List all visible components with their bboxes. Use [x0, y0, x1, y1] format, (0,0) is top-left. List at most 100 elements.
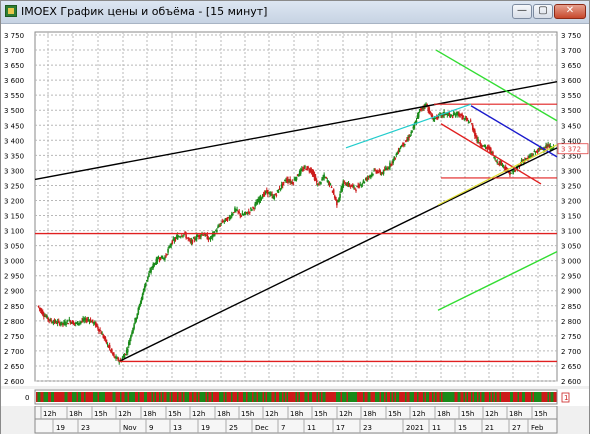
candle-body: [396, 152, 399, 155]
volume-bar: [328, 392, 330, 402]
candle-body: [104, 337, 107, 339]
candle-body: [108, 345, 111, 349]
candle-body: [318, 184, 320, 186]
price-chart-svg[interactable]: 3 750 3 750 3 700 3 700 3 650 3 650 3 600 3 600…: [1, 24, 589, 386]
volume-bar: [141, 392, 143, 402]
volume-bar: [223, 392, 225, 402]
volume-bar: [352, 392, 354, 402]
candle-body: [399, 147, 402, 149]
volume-bar: [100, 392, 102, 402]
candle-body: [106, 343, 109, 345]
maximize-button[interactable]: ▢: [533, 4, 553, 19]
candle-body: [246, 213, 249, 215]
candle-body: [254, 203, 256, 207]
candle-body: [409, 135, 411, 137]
time-label-top: 18h: [363, 410, 376, 418]
volume-bar: [142, 392, 144, 402]
time-label-top: 15h: [461, 410, 474, 418]
candle-body: [359, 184, 362, 186]
candle-body: [171, 240, 174, 244]
volume-bar: [511, 392, 513, 402]
y-tick-label-left: 3 250: [4, 182, 24, 190]
minimize-button[interactable]: —: [512, 4, 532, 19]
y-tick-label-left: 3 200: [4, 197, 24, 205]
candle-body: [458, 112, 460, 116]
volume-bar: [144, 392, 146, 402]
volume-bar: [412, 392, 414, 402]
volume-bar: [498, 392, 500, 402]
y-tick-label-right: 2 800: [561, 318, 581, 326]
candle-body: [374, 169, 376, 171]
candle-body: [307, 167, 310, 169]
volume-bar: [282, 392, 284, 402]
candle-body: [462, 116, 465, 118]
volume-bar: [426, 392, 428, 402]
time-label-bottom: 23: [81, 424, 90, 432]
candle-body: [156, 257, 159, 262]
volume-bar: [46, 392, 48, 402]
candle-body: [250, 208, 252, 210]
volume-bar: [157, 392, 159, 402]
volume-bar: [468, 392, 470, 402]
candle-body: [136, 313, 139, 318]
candle-body: [87, 319, 90, 321]
candle-body: [99, 330, 101, 332]
y-tick-label-left: 3 300: [4, 167, 24, 175]
volume-bar: [112, 392, 114, 402]
candle-body: [67, 323, 70, 325]
volume-bar: [151, 392, 153, 402]
volume-bar: [255, 392, 257, 402]
candle-body: [271, 194, 273, 196]
candle-body: [479, 142, 482, 145]
volume-panel[interactable]: 01: [1, 389, 589, 407]
y-tick-label-right: 3 750: [561, 32, 581, 40]
volume-bar: [180, 392, 182, 402]
title-bar[interactable]: IMOEX График цены и объёма - [15 минут] …: [1, 1, 589, 24]
price-chart[interactable]: 3 750 3 750 3 700 3 700 3 650 3 650 3 600 3 600…: [1, 24, 589, 386]
y-tick-label-left: 3 500: [4, 107, 24, 115]
volume-bar: [481, 392, 483, 402]
candle-body: [303, 167, 305, 170]
volume-bar: [289, 392, 291, 402]
volume-bar: [555, 392, 557, 402]
volume-bar: [234, 392, 236, 402]
volume-bar: [453, 392, 455, 402]
time-label-bottom: 11: [432, 424, 441, 432]
volume-bar: [279, 392, 281, 402]
volume-bar: [504, 392, 506, 402]
volume-bar: [169, 392, 171, 402]
volume-bar: [121, 392, 123, 402]
candle-body: [66, 320, 68, 322]
volume-bar: [324, 392, 326, 402]
volume-bar: [69, 392, 71, 402]
volume-bar: [525, 392, 527, 402]
candle-body: [338, 197, 340, 202]
volume-bar: [130, 392, 132, 402]
volume-bar: [247, 392, 249, 402]
volume-bar: [258, 392, 260, 402]
volume-bar: [222, 392, 224, 402]
volume-bar: [529, 392, 531, 402]
close-button[interactable]: ✕: [554, 4, 586, 19]
volume-bar: [516, 392, 518, 402]
volume-bar: [85, 392, 87, 402]
volume-bar: [420, 392, 422, 402]
volume-bar: [316, 392, 318, 402]
volume-bar: [445, 392, 447, 402]
y-tick-label-left: 3 450: [4, 122, 24, 130]
volume-bar: [246, 392, 248, 402]
time-label-bottom: 2021: [406, 424, 424, 432]
volume-bar: [189, 392, 191, 402]
volume-bar: [337, 392, 339, 402]
volume-bar: [39, 392, 41, 402]
candle-body: [281, 183, 284, 186]
y-tick-label-left: 2 900: [4, 288, 24, 296]
volume-bar: [496, 392, 498, 402]
candle-body: [97, 326, 99, 330]
y-tick-label-right: 2 750: [561, 333, 581, 341]
y-tick-label-left: 3 350: [4, 152, 24, 160]
volume-bar: [399, 392, 401, 402]
volume-bar: [471, 392, 473, 402]
candle-body: [188, 238, 191, 240]
candle-body: [135, 317, 138, 322]
